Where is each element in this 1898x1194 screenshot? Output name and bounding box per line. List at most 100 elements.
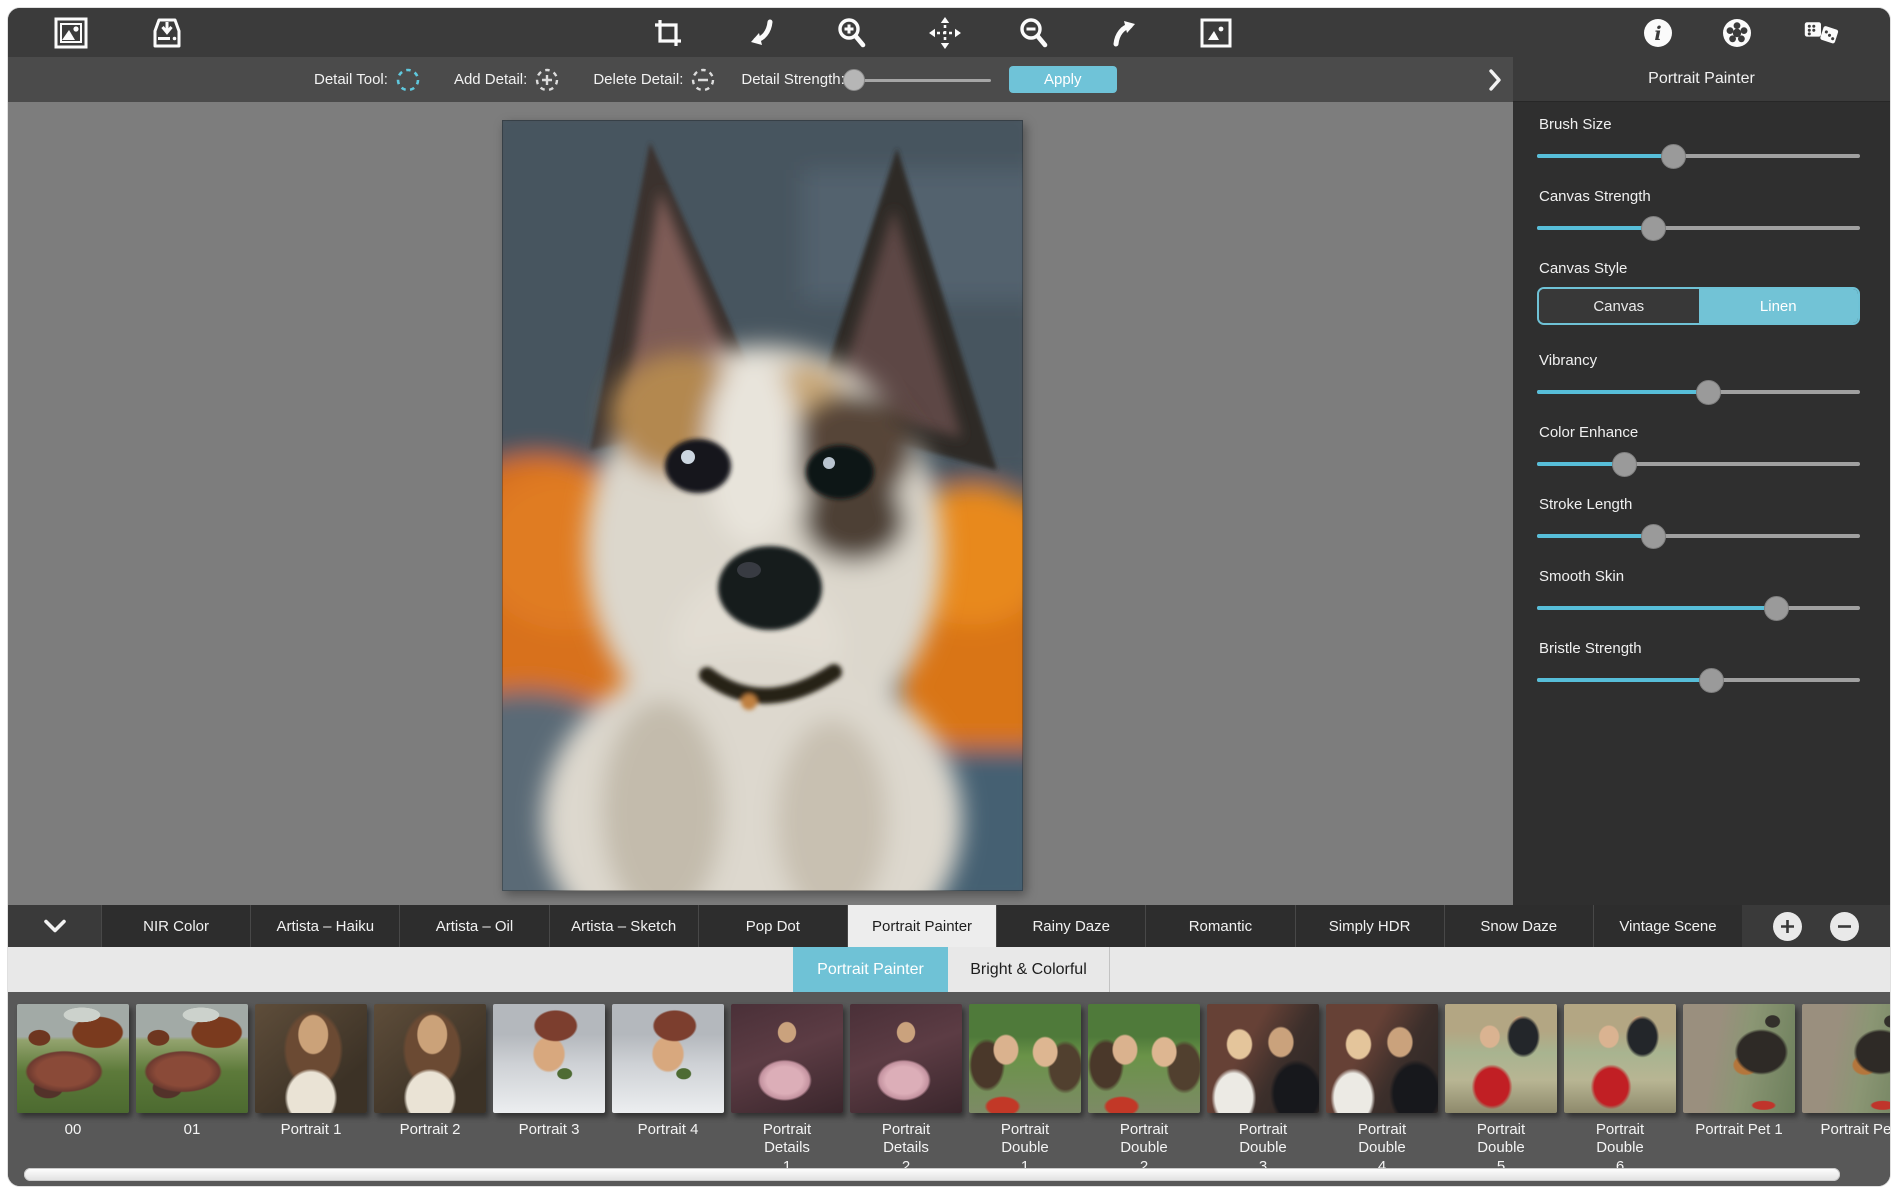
canvas-strength-thumb[interactable]	[1641, 216, 1666, 241]
tab-portrait-painter[interactable]: Portrait Painter	[847, 905, 996, 947]
canvas-style-control: Canvas Style Canvas Linen	[1513, 260, 1890, 352]
bristle-strength-label: Bristle Strength	[1537, 640, 1860, 657]
detail-tool-label: Detail Tool:	[314, 71, 388, 88]
preset-portrait-double-1[interactable]: PortraitDouble1	[969, 1004, 1081, 1176]
info-icon[interactable]: i	[1640, 15, 1676, 51]
smooth-skin-slider[interactable]	[1537, 595, 1860, 621]
tab-artista-oil[interactable]: Artista – Oil	[399, 905, 548, 947]
preset-portrait-2-thumbnail[interactable]	[374, 1004, 486, 1113]
randomize-icon[interactable]	[1803, 15, 1839, 51]
preset-portrait-details-2[interactable]: PortraitDetails2	[850, 1004, 962, 1176]
preset-portrait-pet-1-thumbnail[interactable]	[1683, 1004, 1795, 1113]
canvas-strength-control: Canvas Strength	[1513, 188, 1890, 260]
preset-portrait-double-3-thumbnail[interactable]	[1207, 1004, 1319, 1113]
edited-image[interactable]	[502, 120, 1023, 891]
tab-simply-hdr[interactable]: Simply HDR	[1295, 905, 1444, 947]
color-enhance-thumb[interactable]	[1612, 452, 1637, 477]
preset-thumbnails: 00 01 Portrait 1 Portrait 2 Portrait 3 P…	[17, 1004, 1890, 1176]
preset-portrait-double-4[interactable]: PortraitDouble4	[1326, 1004, 1438, 1176]
open-image-icon[interactable]	[53, 15, 89, 51]
tab-nir-color[interactable]: NIR Color	[101, 905, 250, 947]
add-preset-button[interactable]	[1773, 912, 1802, 941]
preset-portrait-double-1-thumbnail[interactable]	[969, 1004, 1081, 1113]
strip-collapse-chevron[interactable]	[8, 905, 101, 947]
preset-portrait-1[interactable]: Portrait 1	[255, 1004, 367, 1176]
stroke-length-control: Stroke Length	[1513, 496, 1890, 568]
preset-portrait-double-2-thumbnail[interactable]	[1088, 1004, 1200, 1113]
preset-portrait-double-6-thumbnail[interactable]	[1564, 1004, 1676, 1113]
apply-button[interactable]: Apply	[1009, 66, 1117, 93]
preset-00-thumbnail[interactable]	[17, 1004, 129, 1113]
tab-artista-sketch[interactable]: Artista – Sketch	[549, 905, 698, 947]
tab-rainy-daze[interactable]: Rainy Daze	[996, 905, 1145, 947]
preset-portrait-double-6[interactable]: PortraitDouble6	[1564, 1004, 1676, 1176]
detail-strength-thumb[interactable]	[843, 69, 865, 91]
stroke-length-thumb[interactable]	[1641, 524, 1666, 549]
subtab-bright-colorful[interactable]: Bright & Colorful	[948, 947, 1110, 992]
save-image-icon[interactable]	[149, 15, 185, 51]
vibrancy-control: Vibrancy	[1513, 352, 1890, 424]
preset-portrait-double-5[interactable]: PortraitDouble5	[1445, 1004, 1557, 1176]
bristle-strength-slider[interactable]	[1537, 667, 1860, 693]
tab-snow-daze[interactable]: Snow Daze	[1444, 905, 1593, 947]
preset-portrait-double-4-thumbnail[interactable]	[1326, 1004, 1438, 1113]
preset-portrait-pet-2-thumbnail[interactable]	[1802, 1004, 1890, 1113]
preset-portrait-details-1-thumbnail[interactable]	[731, 1004, 843, 1113]
preset-00[interactable]: 00	[17, 1004, 129, 1176]
panel-collapse-chevron[interactable]	[1476, 57, 1513, 102]
canvas-style-option-linen[interactable]: Linen	[1699, 289, 1859, 323]
pan-icon[interactable]	[927, 15, 963, 51]
tab-vintage-scene[interactable]: Vintage Scene	[1593, 905, 1742, 947]
color-enhance-control: Color Enhance	[1513, 424, 1890, 496]
vibrancy-slider[interactable]	[1537, 379, 1860, 405]
preset-portrait-3-thumbnail[interactable]	[493, 1004, 605, 1113]
canvas-strength-slider[interactable]	[1537, 215, 1860, 241]
vibrancy-thumb[interactable]	[1696, 380, 1721, 405]
detail-strength-slider[interactable]	[849, 69, 991, 91]
stroke-length-slider[interactable]	[1537, 523, 1860, 549]
smooth-skin-control: Smooth Skin	[1513, 568, 1890, 640]
preset-portrait-details-2-thumbnail[interactable]	[850, 1004, 962, 1113]
preset-portrait-double-3[interactable]: PortraitDouble3	[1207, 1004, 1319, 1176]
preset-portrait-1-thumbnail[interactable]	[255, 1004, 367, 1113]
brush-size-slider[interactable]	[1537, 143, 1860, 169]
preset-portrait-3[interactable]: Portrait 3	[493, 1004, 605, 1176]
brush-size-thumb[interactable]	[1661, 144, 1686, 169]
tab-romantic[interactable]: Romantic	[1145, 905, 1294, 947]
rotate-left-icon[interactable]	[743, 15, 779, 51]
preset-01-thumbnail[interactable]	[136, 1004, 248, 1113]
preset-portrait-2[interactable]: Portrait 2	[374, 1004, 486, 1176]
preset-portrait-4-thumbnail[interactable]	[612, 1004, 724, 1113]
preset-portrait-pet-2[interactable]: Portrait Pet	[1802, 1004, 1890, 1176]
add-detail-icon[interactable]	[533, 66, 561, 94]
crop-icon[interactable]	[650, 15, 686, 51]
bristle-strength-thumb[interactable]	[1699, 668, 1724, 693]
color-enhance-slider[interactable]	[1537, 451, 1860, 477]
compare-image-icon[interactable]	[1198, 15, 1234, 51]
canvas-style-option-canvas[interactable]: Canvas	[1539, 289, 1699, 323]
preset-portrait-4[interactable]: Portrait 4	[612, 1004, 724, 1176]
preset-subtabs: Portrait Painter Bright & Colorful	[8, 947, 1890, 992]
settings-icon[interactable]	[1719, 15, 1755, 51]
top-toolbar: i	[8, 8, 1890, 57]
add-detail-label: Add Detail:	[454, 71, 527, 88]
tab-artista-haiku[interactable]: Artista – Haiku	[250, 905, 399, 947]
preset-portrait-pet-1[interactable]: Portrait Pet 1	[1683, 1004, 1795, 1176]
preset-portrait-double-2[interactable]: PortraitDouble2	[1088, 1004, 1200, 1176]
smooth-skin-thumb[interactable]	[1764, 596, 1789, 621]
rotate-right-icon[interactable]	[1107, 15, 1143, 51]
horizontal-scrollbar[interactable]	[24, 1168, 1840, 1181]
preset-portrait-double-5-thumbnail[interactable]	[1445, 1004, 1557, 1113]
canvas-style-toggle: Canvas Linen	[1537, 287, 1860, 325]
delete-detail-icon[interactable]	[689, 66, 717, 94]
preset-01[interactable]: 01	[136, 1004, 248, 1176]
remove-preset-button[interactable]	[1830, 912, 1859, 941]
detail-tool-icon[interactable]	[394, 66, 422, 94]
preset-tabbar: NIR Color Artista – Haiku Artista – Oil …	[8, 905, 1890, 947]
preset-portrait-details-1[interactable]: PortraitDetails1	[731, 1004, 843, 1176]
canvas-area	[8, 102, 1513, 905]
subtab-portrait-painter[interactable]: Portrait Painter	[793, 947, 948, 992]
tab-pop-dot[interactable]: Pop Dot	[698, 905, 847, 947]
zoom-out-icon[interactable]	[1016, 15, 1052, 51]
zoom-in-icon[interactable]	[834, 15, 870, 51]
